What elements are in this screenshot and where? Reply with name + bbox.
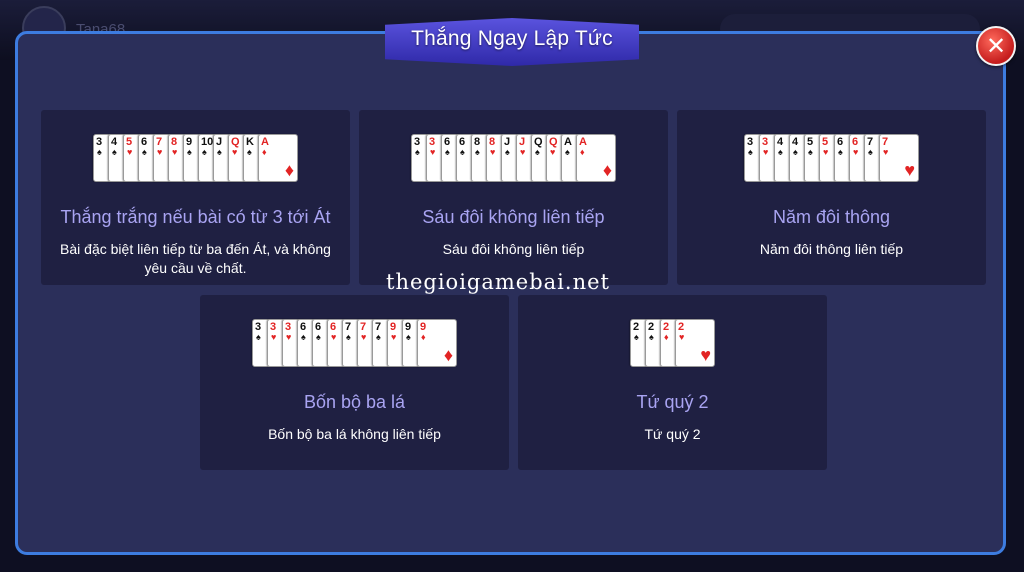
card-suit-icon: ♠ [187, 147, 192, 157]
rule-box-four-twos: 2 ♠ 2 ♠ 2 ♦ 2 ♥ ♥ Tứ quý 2 Tứ quý 2 [518, 295, 827, 470]
card-big-suit-icon: ♦ [602, 160, 612, 180]
card-suit-icon: ♠ [535, 147, 540, 157]
card-suit-icon: ♠ [256, 332, 261, 342]
card-hand: 3 ♠ 3 ♥ 4 ♠ 4 ♠ 5 ♠ 5 ♥ 6 ♠ 6 ♥ 7 ♠ 7 ♥ ♥ [744, 134, 919, 182]
card-suit-icon: ♥ [271, 332, 277, 342]
card-hand: 3 ♠ 3 ♥ 3 ♥ 6 ♠ 6 ♠ 6 ♥ 7 ♠ 7 ♥ 7 ♠ 9 ♥ 9 ♠ 9 ♦ ♦ [252, 319, 457, 367]
card-suit-icon: ♥ [883, 147, 889, 157]
card-suit-icon: ♥ [823, 147, 829, 157]
card-suit-icon: ♥ [490, 147, 496, 157]
rule-box-six-pairs: 3 ♠ 3 ♥ 6 ♠ 6 ♠ 8 ♠ 8 ♥ J ♠ J ♥ Q ♠ Q ♥ A ♠ A ♦ ♦ Sáu đôi không … [359, 110, 668, 285]
watermark: thegioigamebai.net [386, 270, 610, 294]
card-suit-icon: ♦ [262, 147, 267, 157]
card-suit-icon: ♠ [202, 147, 207, 157]
card-suit-icon: ♥ [853, 147, 859, 157]
playing-card: 7 ♥ ♥ [879, 134, 919, 182]
card-hand: 3 ♠ 3 ♥ 6 ♠ 6 ♠ 8 ♠ 8 ♥ J ♠ J ♥ Q ♠ Q ♥ A ♠ A ♦ ♦ [411, 134, 616, 182]
card-suit-icon: ♠ [415, 147, 420, 157]
card-suit-icon: ♥ [286, 332, 292, 342]
card-hand: 2 ♠ 2 ♠ 2 ♦ 2 ♥ ♥ [630, 319, 715, 367]
card-big-suit-icon: ♥ [904, 160, 915, 180]
rule-title: Thắng trắng nếu bài có từ 3 tới Át [60, 207, 331, 227]
card-suit-icon: ♦ [580, 147, 585, 157]
rule-description: Bốn bộ ba lá không liên tiếp [268, 426, 441, 442]
card-suit-icon: ♠ [778, 147, 783, 157]
card-suit-icon: ♠ [649, 332, 654, 342]
card-suit-icon: ♠ [346, 332, 351, 342]
card-suit-icon: ♠ [460, 147, 465, 157]
rule-title: Bốn bộ ba lá [303, 392, 406, 412]
card-suit-icon: ♥ [430, 147, 436, 157]
card-suit-icon: ♥ [391, 332, 397, 342]
rule-description: Năm đôi thông liên tiếp [759, 241, 904, 257]
card-suit-icon: ♠ [376, 332, 381, 342]
playing-card: A ♦ ♦ [576, 134, 616, 182]
card-suit-icon: ♠ [748, 147, 753, 157]
rule-description: Sáu đôi không liên tiếp [442, 241, 585, 257]
rule-title: Sáu đôi không liên tiếp [422, 207, 605, 227]
card-suit-icon: ♥ [550, 147, 556, 157]
card-suit-icon: ♠ [838, 147, 843, 157]
card-big-suit-icon: ♦ [284, 160, 294, 180]
card-suit-icon: ♥ [679, 332, 685, 342]
card-suit-icon: ♠ [301, 332, 306, 342]
card-suit-icon: ♦ [421, 332, 426, 342]
card-suit-icon: ♠ [406, 332, 411, 342]
dialog-title-banner: Thắng Ngay Lập Tức [385, 18, 639, 66]
close-button[interactable]: ✕ [976, 26, 1016, 66]
card-suit-icon: ♥ [520, 147, 526, 157]
card-suit-icon: ♥ [232, 147, 238, 157]
card-suit-icon: ♠ [445, 147, 450, 157]
card-hand: 3 ♠ 4 ♠ 5 ♥ 6 ♠ 7 ♥ 8 ♥ 9 ♠ 10 ♠ J ♠ Q ♥ K ♠ A ♦ ♦ [93, 134, 298, 182]
card-suit-icon: ♥ [172, 147, 178, 157]
card-suit-icon: ♠ [316, 332, 321, 342]
rule-box-four-triples: 3 ♠ 3 ♥ 3 ♥ 6 ♠ 6 ♠ 6 ♥ 7 ♠ 7 ♥ 7 ♠ 9 ♥ 9 ♠ 9 ♦ ♦ Bốn bộ ba lá B… [200, 295, 509, 470]
playing-card: 9 ♦ ♦ [417, 319, 457, 367]
close-icon: ✕ [985, 32, 1007, 60]
card-suit-icon: ♠ [112, 147, 117, 157]
rule-title: Năm đôi thông [772, 207, 891, 227]
card-suit-icon: ♦ [664, 332, 669, 342]
rule-title: Tứ quý 2 [636, 392, 709, 412]
card-suit-icon: ♠ [97, 147, 102, 157]
card-suit-icon: ♠ [217, 147, 222, 157]
card-suit-icon: ♠ [142, 147, 147, 157]
card-suit-icon: ♠ [793, 147, 798, 157]
rule-description: Tứ quý 2 [644, 426, 701, 442]
rule-description: Bài đặc biệt liên tiếp từ ba đến Át, và … [60, 241, 331, 276]
rule-box-dragon: 3 ♠ 4 ♠ 5 ♥ 6 ♠ 7 ♥ 8 ♥ 9 ♠ 10 ♠ J ♠ Q ♥ K ♠ A ♦ ♦ Thắng trắng n… [41, 110, 350, 285]
card-suit-icon: ♥ [763, 147, 769, 157]
card-suit-icon: ♠ [475, 147, 480, 157]
dialog-title: Thắng Ngay Lập Tức [411, 27, 613, 50]
card-suit-icon: ♥ [157, 147, 163, 157]
playing-card: 2 ♥ ♥ [675, 319, 715, 367]
card-suit-icon: ♠ [565, 147, 570, 157]
playing-card: A ♦ ♦ [258, 134, 298, 182]
card-big-suit-icon: ♥ [700, 345, 711, 365]
rule-box-five-consecutive-pairs: 3 ♠ 3 ♥ 4 ♠ 4 ♠ 5 ♠ 5 ♥ 6 ♠ 6 ♥ 7 ♠ 7 ♥ ♥ Năm đôi thông Năm … [677, 110, 986, 285]
card-suit-icon: ♠ [868, 147, 873, 157]
card-suit-icon: ♥ [361, 332, 367, 342]
card-suit-icon: ♠ [505, 147, 510, 157]
card-suit-icon: ♥ [331, 332, 337, 342]
card-big-suit-icon: ♦ [443, 345, 453, 365]
card-suit-icon: ♥ [127, 147, 133, 157]
card-suit-icon: ♠ [634, 332, 639, 342]
card-suit-icon: ♠ [808, 147, 813, 157]
card-suit-icon: ♠ [247, 147, 252, 157]
